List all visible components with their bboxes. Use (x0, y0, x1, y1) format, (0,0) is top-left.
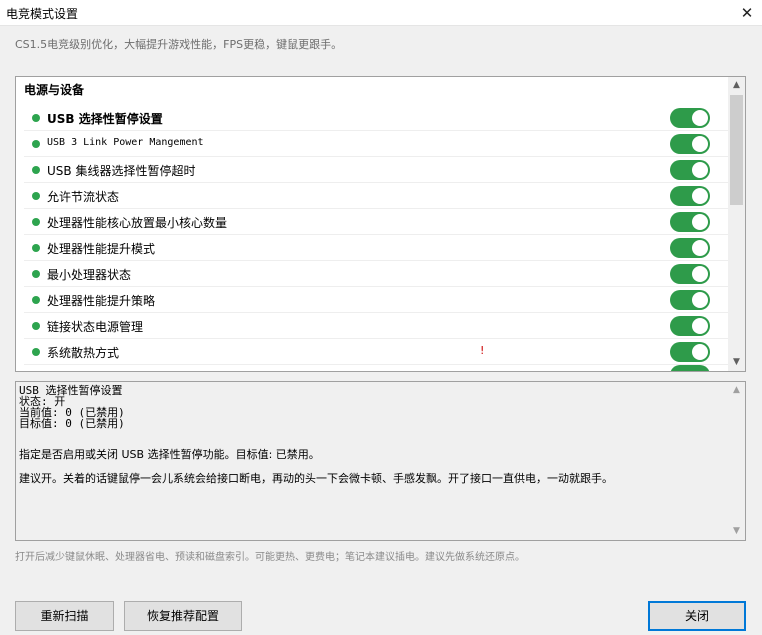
rescan-button[interactable]: 重新扫描 (15, 601, 114, 631)
detail-scrollbar[interactable]: ▲ ▼ (728, 382, 745, 540)
detail-panel[interactable]: USB 选择性暂停设置 状态: 开 当前值: 0 (已禁用) 目标值: 0 (已… (15, 381, 746, 541)
detail-header: USB 选择性暂停设置 状态: 开 当前值: 0 (已禁用) 目标值: 0 (已… (19, 385, 719, 429)
scroll-down-icon[interactable]: ▼ (728, 523, 745, 540)
setting-label: 处理器性能核心放置最小核心数量 (47, 216, 228, 230)
status-dot-icon (32, 296, 40, 304)
setting-toggle[interactable] (670, 134, 710, 154)
setting-label: USB 3 Link Power Mangement (47, 137, 204, 148)
setting-toggle[interactable] (670, 342, 710, 362)
toggle-knob (692, 110, 708, 126)
warning-mark: ! (480, 344, 485, 357)
toggle-knob (692, 162, 708, 178)
toggle-knob (692, 214, 708, 230)
subtitle: CS1.5电竞级别优化，大幅提升游戏性能，FPS更稳，键鼠更跟手。 (15, 38, 343, 51)
detail-advice: 建议开。关着的话键鼠停一会儿系统会给接口断电，再动的头一下会微卡顿、手感发飘。开… (19, 472, 613, 485)
status-dot-icon (32, 348, 40, 356)
toggle-knob (692, 240, 708, 256)
toggle-knob (692, 292, 708, 308)
status-dot-icon (32, 270, 40, 278)
footnote: 打开后减少键鼠休眠、处理器省电、预读和磁盘索引。可能更热、更费电；笔记本建议插电… (15, 552, 525, 563)
setting-toggle[interactable] (670, 290, 710, 310)
toggle-knob (692, 318, 708, 334)
detail-name: USB 选择性暂停设置 (19, 384, 123, 397)
setting-row[interactable]: USB 3 Link Power Mangement (24, 131, 730, 157)
setting-label: 系统散热方式 (47, 346, 120, 360)
setting-row[interactable]: 处理器性能提升模式 (24, 235, 730, 261)
status-dot-icon (32, 114, 40, 122)
scroll-up-icon[interactable]: ▲ (728, 382, 745, 399)
detail-description: 指定是否启用或关闭 USB 选择性暂停功能。目标值: 已禁用。 (19, 448, 320, 461)
setting-label: USB 集线器选择性暂停超时 (47, 164, 196, 178)
setting-toggle[interactable] (670, 238, 710, 258)
settings-scrollbar[interactable]: ▲ ▼ (728, 77, 745, 371)
setting-label: 最小处理器状态 (47, 268, 132, 282)
setting-row[interactable]: 允许节流状态 (24, 183, 730, 209)
close-icon[interactable]: ✕ (732, 0, 762, 26)
toggle-knob (692, 188, 708, 204)
status-dot-icon (32, 140, 40, 148)
detail-target: 目标值: 0 (已禁用) (19, 417, 125, 430)
scroll-down-icon[interactable]: ▼ (728, 354, 745, 371)
restore-defaults-button[interactable]: 恢复推荐配置 (124, 601, 242, 631)
toggle-knob (692, 136, 708, 152)
setting-label: USB 选择性暂停设置 (47, 112, 163, 126)
title-bar: 电竞模式设置 ✕ (0, 0, 762, 26)
setting-toggle[interactable] (670, 186, 710, 206)
setting-toggle[interactable] (670, 365, 710, 371)
status-dot-icon (32, 244, 40, 252)
window-title: 电竞模式设置 (6, 7, 79, 21)
setting-label: 处理器性能提升模式 (47, 242, 156, 256)
status-dot-icon (32, 218, 40, 226)
status-dot-icon (32, 166, 40, 174)
setting-row[interactable]: 处理器性能核心放置最小核心数量 (24, 209, 730, 235)
status-dot-icon (32, 322, 40, 330)
setting-toggle[interactable] (670, 160, 710, 180)
setting-toggle[interactable] (670, 212, 710, 232)
settings-list: USB 选择性暂停设置 USB 3 Link Power Mangement U… (24, 105, 730, 365)
setting-row[interactable]: 链接状态电源管理 (24, 313, 730, 339)
setting-row-partial[interactable] (24, 365, 730, 371)
section-title: 电源与设备 (24, 83, 85, 97)
setting-row[interactable]: USB 集线器选择性暂停超时 (24, 157, 730, 183)
close-button[interactable]: 关闭 (648, 601, 746, 631)
setting-label: 处理器性能提升策略 (47, 294, 156, 308)
toggle-knob (692, 344, 708, 360)
setting-row[interactable]: USB 选择性暂停设置 (24, 105, 730, 131)
scroll-up-icon[interactable]: ▲ (728, 77, 745, 94)
setting-toggle[interactable] (670, 108, 710, 128)
setting-row[interactable]: 处理器性能提升策略 (24, 287, 730, 313)
setting-row[interactable]: 最小处理器状态 (24, 261, 730, 287)
setting-row[interactable]: 系统散热方式 (24, 339, 730, 365)
setting-label: 允许节流状态 (47, 190, 120, 204)
toggle-knob (692, 266, 708, 282)
setting-toggle[interactable] (670, 264, 710, 284)
setting-toggle[interactable] (670, 316, 710, 336)
settings-panel: 电源与设备 USB 选择性暂停设置 USB 3 Link Power Mange… (15, 76, 746, 372)
setting-label: 链接状态电源管理 (47, 320, 144, 334)
status-dot-icon (32, 192, 40, 200)
scroll-thumb[interactable] (730, 95, 743, 205)
